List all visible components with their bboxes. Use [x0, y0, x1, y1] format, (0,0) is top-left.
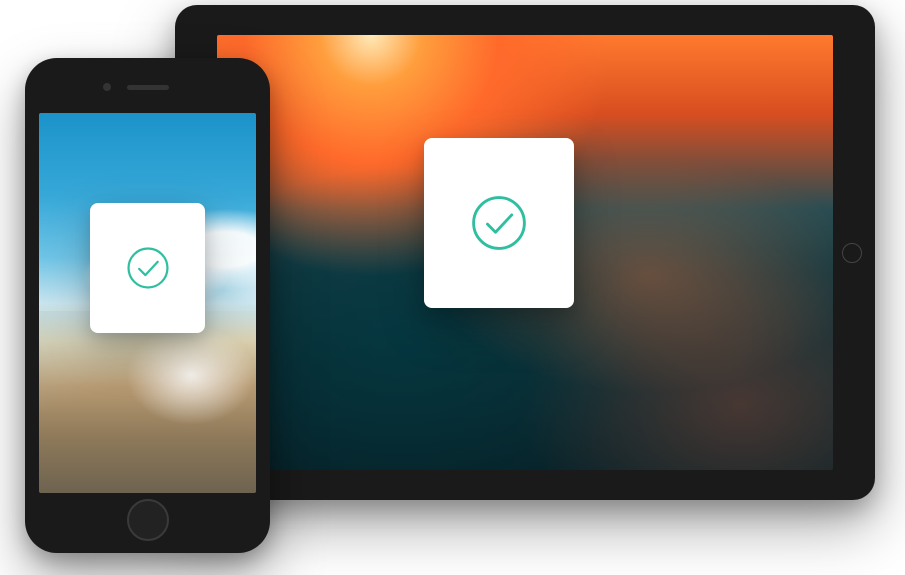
check-circle-icon [469, 193, 529, 253]
success-card-tablet [424, 138, 574, 308]
tablet-home-button[interactable] [842, 243, 862, 263]
check-circle-icon [125, 245, 171, 291]
phone-speaker [127, 85, 169, 90]
phone-front-camera [103, 83, 111, 91]
phone-home-button[interactable] [127, 499, 169, 541]
success-card-phone [90, 203, 205, 333]
